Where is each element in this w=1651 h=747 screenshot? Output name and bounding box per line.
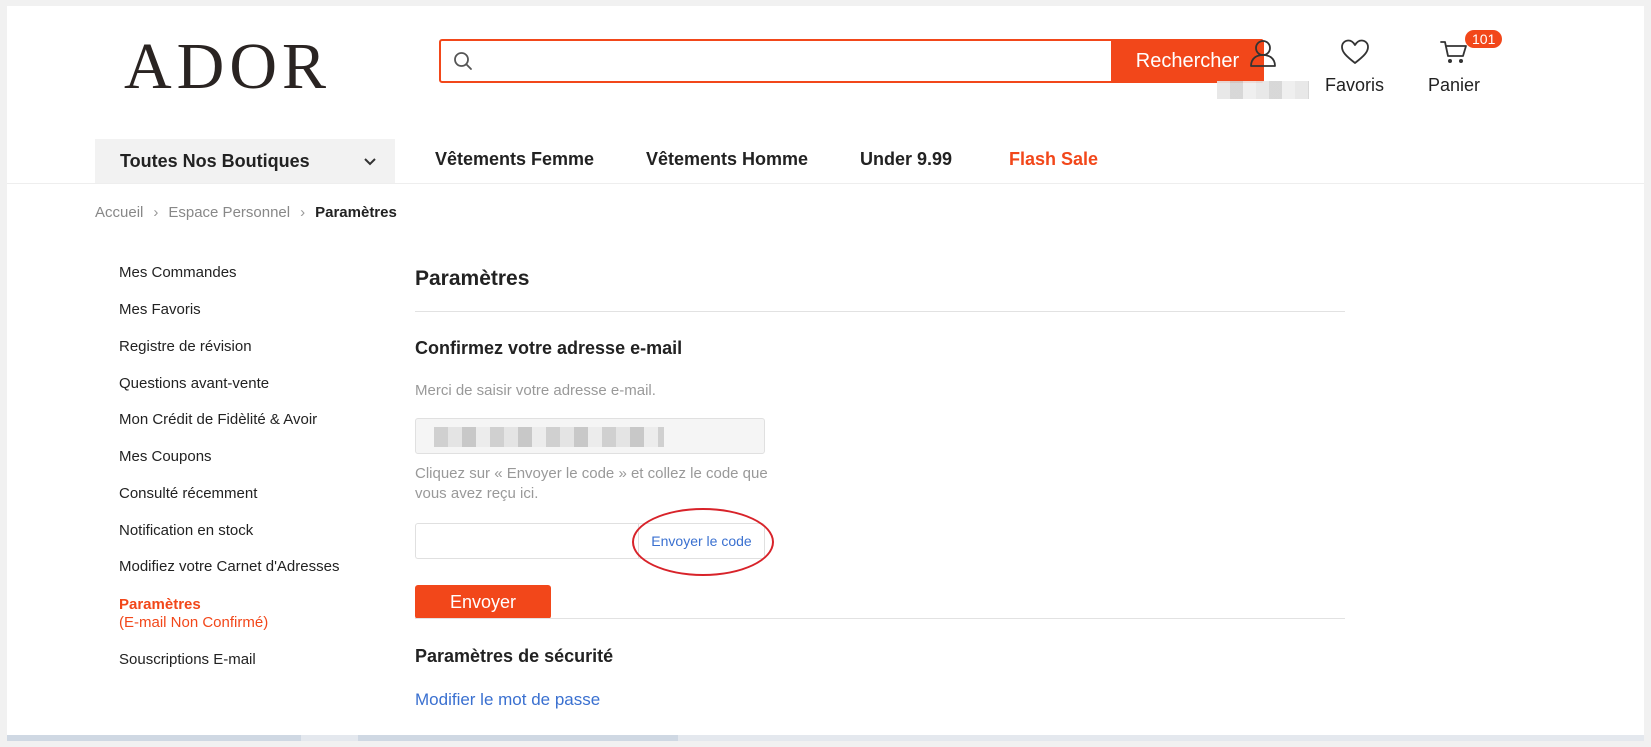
change-password-link[interactable]: Modifier le mot de passe <box>415 690 600 710</box>
sidebar-item-orders[interactable]: Mes Commandes <box>119 264 237 281</box>
sidebar-item-address-book[interactable]: Modifiez votre Carnet d'Adresses <box>119 558 339 575</box>
cart-link[interactable]: 101 Panier <box>1428 30 1503 96</box>
breadcrumb-home[interactable]: Accueil <box>95 204 143 221</box>
account-name <box>1217 81 1309 99</box>
breadcrumb-current: Paramètres <box>315 204 397 221</box>
page-frame: ADOR Rechercher Favoris 101 Panier Toute… <box>7 6 1644 741</box>
sidebar-item-settings[interactable]: Paramètres <box>119 596 201 613</box>
search-bar: Rechercher <box>439 39 1264 83</box>
send-code-button[interactable]: Envoyer le code <box>638 523 765 559</box>
sidebar-item-presale-questions[interactable]: Questions avant-vente <box>119 375 269 392</box>
verification-code-input[interactable] <box>415 523 639 559</box>
breadcrumb-account[interactable]: Espace Personnel <box>168 204 290 221</box>
submit-button[interactable]: Envoyer <box>415 585 551 619</box>
sidebar-item-credit[interactable]: Mon Crédit de Fidèlité & Avoir <box>119 411 317 428</box>
security-heading: Paramètres de sécurité <box>415 646 614 666</box>
all-shops-label: Toutes Nos Boutiques <box>120 150 310 171</box>
code-hint: Cliquez sur « Envoyer le code » et colle… <box>415 465 768 502</box>
sidebar-item-reviews[interactable]: Registre de révision <box>119 338 252 355</box>
chevron-right-icon: › <box>153 204 159 221</box>
chevron-right-icon: › <box>300 204 306 221</box>
cart-icon: 101 <box>1439 30 1503 71</box>
divider <box>415 311 1345 312</box>
nav-link-men[interactable]: Vêtements Homme <box>646 149 808 170</box>
site-logo[interactable]: ADOR <box>124 34 331 100</box>
confirm-email-heading: Confirmez votre adresse e-mail <box>415 338 683 358</box>
user-icon <box>1248 38 1278 73</box>
scrollbar-thumb[interactable] <box>7 735 301 741</box>
sidebar-item-coupons[interactable]: Mes Coupons <box>119 448 212 465</box>
email-value <box>434 427 664 447</box>
email-hint: Merci de saisir votre adresse e-mail. <box>415 382 656 399</box>
horizontal-scrollbar[interactable] <box>7 735 1644 741</box>
search-input[interactable] <box>485 41 1111 81</box>
all-shops-dropdown[interactable]: Toutes Nos Boutiques <box>95 139 395 183</box>
nav-link-under-999[interactable]: Under 9.99 <box>860 149 952 170</box>
heart-icon <box>1340 38 1370 71</box>
sidebar-item-email-subscriptions[interactable]: Souscriptions E-mail <box>119 651 256 668</box>
favorites-label: Favoris <box>1325 75 1385 95</box>
scrollbar-track-segment <box>358 735 678 741</box>
nav-divider <box>7 183 1644 184</box>
cart-count-badge: 101 <box>1465 30 1503 48</box>
email-unconfirmed-note: (E-mail Non Confirmé) <box>119 614 269 631</box>
page-title: Paramètres <box>415 267 530 290</box>
favorites-link[interactable]: Favoris <box>1325 38 1384 96</box>
sidebar-item-recently-viewed[interactable]: Consulté récemment <box>119 485 257 502</box>
sidebar-item-favorites[interactable]: Mes Favoris <box>119 301 201 318</box>
divider <box>415 618 1345 619</box>
search-icon <box>441 41 485 81</box>
sidebar-item-stock-notification[interactable]: Notification en stock <box>119 522 253 539</box>
nav-link-women[interactable]: Vêtements Femme <box>435 149 594 170</box>
cart-label: Panier <box>1428 75 1481 95</box>
email-field[interactable] <box>415 418 765 454</box>
account-menu[interactable] <box>1217 38 1309 99</box>
breadcrumb: Accueil › Espace Personnel › Paramètres <box>95 204 397 221</box>
nav-link-flash-sale[interactable]: Flash Sale <box>1009 149 1098 170</box>
chevron-down-icon <box>363 151 377 172</box>
